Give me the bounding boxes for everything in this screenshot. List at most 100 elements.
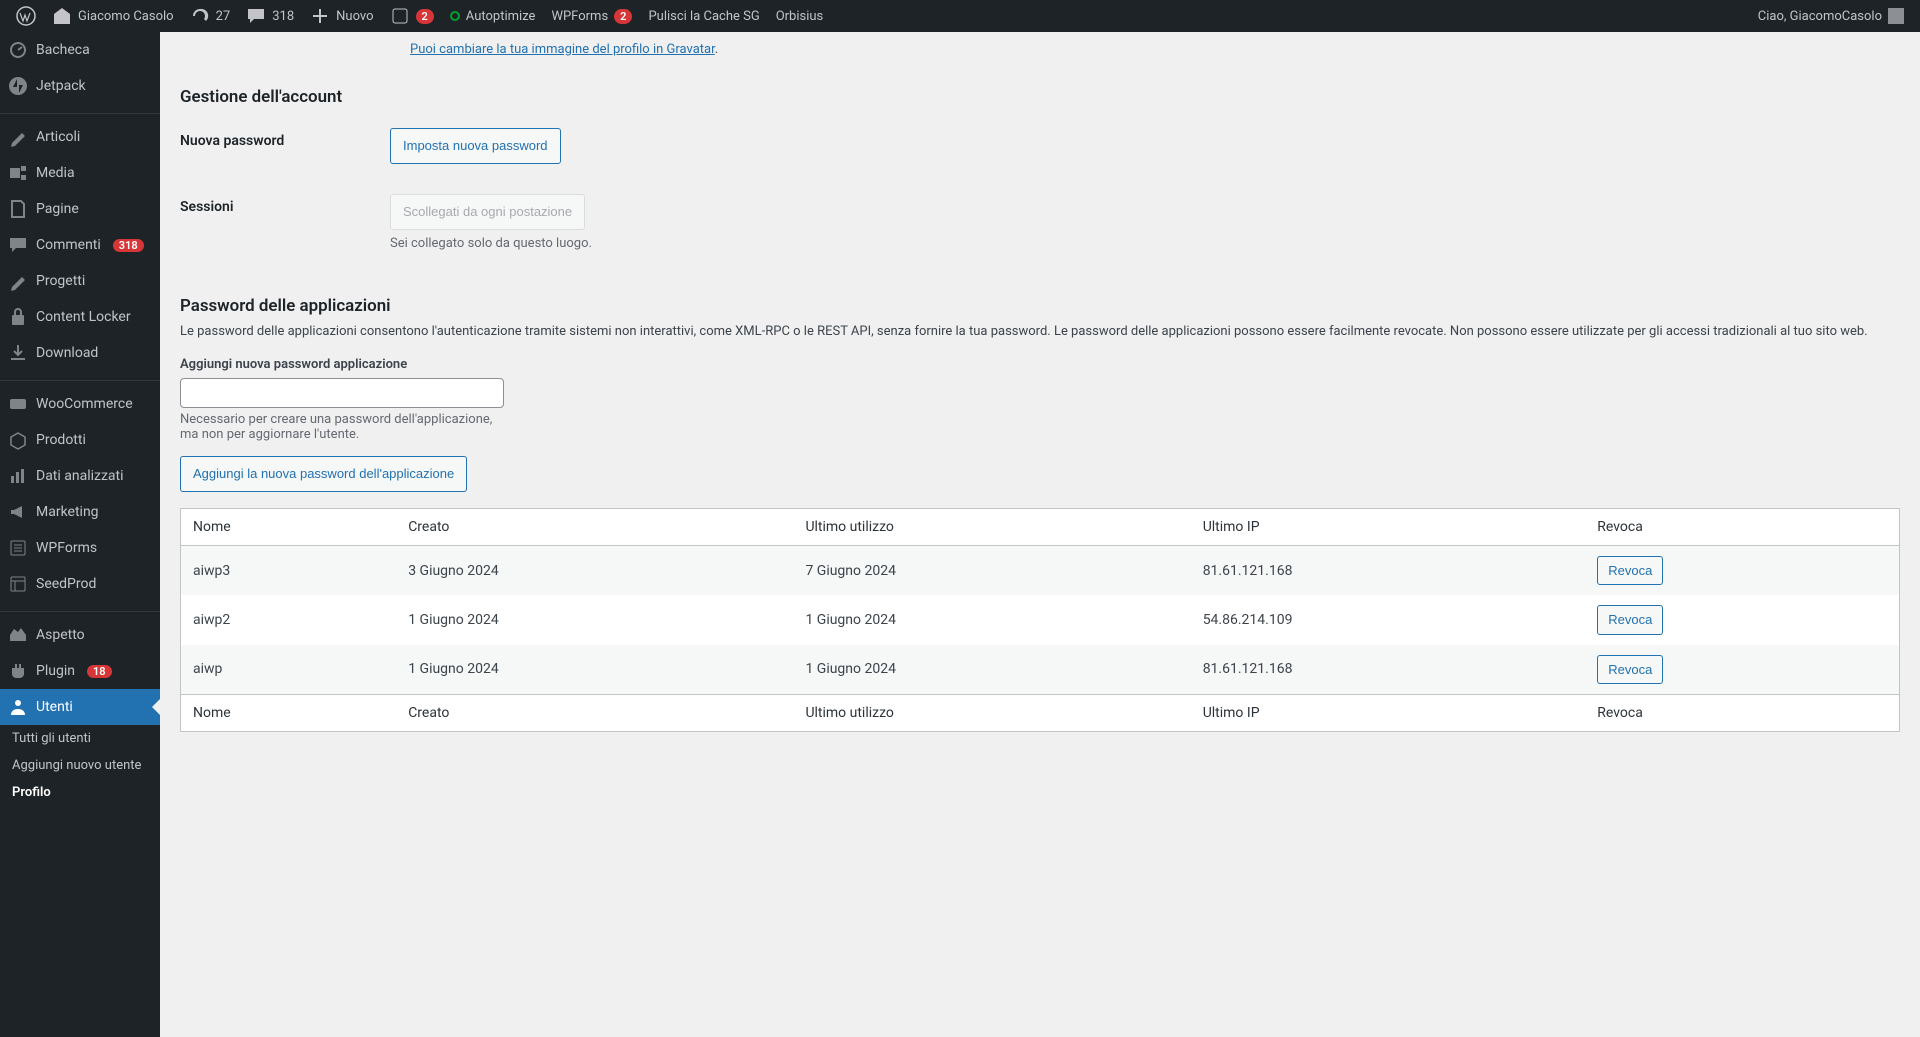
col-last-ip[interactable]: Ultimo IP <box>1191 695 1586 732</box>
sidebar-item-projects[interactable]: Progetti <box>0 263 160 299</box>
sidebar-item-label: WooCommerce <box>36 396 133 412</box>
sidebar-item-label: SeedProd <box>36 576 96 592</box>
sidebar-item-comments[interactable]: Commenti318 <box>0 227 160 263</box>
cell-last-used: 1 Giugno 2024 <box>793 595 1190 644</box>
app-passwords-description: Le password delle applicazioni consenton… <box>180 324 1900 339</box>
new-label: Nuovo <box>336 9 373 24</box>
updates[interactable]: 27 <box>182 0 239 32</box>
cell-name: aiwp3 <box>181 546 397 596</box>
updates-count: 27 <box>216 9 231 24</box>
cell-last-ip: 81.61.121.168 <box>1191 645 1586 695</box>
wpforms-bar[interactable]: WPForms2 <box>543 0 640 32</box>
col-created[interactable]: Creato <box>396 695 793 732</box>
plugin-badge: 18 <box>87 665 112 678</box>
add-app-password-button[interactable]: Aggiungi la nuova password dell'applicaz… <box>180 456 467 492</box>
sidebar-item-analytics[interactable]: Dati analizzati <box>0 458 160 494</box>
sessions-description: Sei collegato solo da questo luogo. <box>390 236 1890 251</box>
sidebar-item-appearance[interactable]: Aspetto <box>0 617 160 653</box>
sidebar-item-label: Dati analizzati <box>36 468 124 484</box>
sidebar-item-contentlocker[interactable]: Content Locker <box>0 299 160 335</box>
table-row: aiwp21 Giugno 20241 Giugno 202454.86.214… <box>181 595 1900 644</box>
table-row: aiwp33 Giugno 20247 Giugno 202481.61.121… <box>181 546 1900 596</box>
forms-badge: 2 <box>416 9 434 24</box>
new-content[interactable]: Nuovo <box>302 0 381 32</box>
gravatar-link[interactable]: Puoi cambiare la tua immagine del profil… <box>410 42 715 57</box>
sidebar-item-label: Progetti <box>36 273 85 289</box>
sessions-label: Sessioni <box>180 179 380 266</box>
avatar-icon <box>1888 8 1904 24</box>
sidebar-item-dashboard[interactable]: Bacheca <box>0 32 160 68</box>
col-name[interactable]: Nome <box>181 509 397 546</box>
sidebar-item-marketing[interactable]: Marketing <box>0 494 160 530</box>
comments-count: 318 <box>272 9 294 24</box>
set-new-password-button[interactable]: Imposta nuova password <box>390 128 561 164</box>
heading-app-passwords: Password delle applicazioni <box>180 296 1900 316</box>
new-app-password-label: Aggiungi nuova password applicazione <box>180 357 1900 372</box>
col-created[interactable]: Creato <box>396 509 793 546</box>
comments[interactable]: 318 <box>238 0 302 32</box>
revoke-button[interactable]: Revoca <box>1597 605 1663 634</box>
col-name[interactable]: Nome <box>181 695 397 732</box>
comments-badge: 318 <box>113 239 144 252</box>
sidebar-item-wpforms[interactable]: WPForms <box>0 530 160 566</box>
submenu-profile[interactable]: Profilo <box>0 779 160 806</box>
revoke-button[interactable]: Revoca <box>1597 655 1663 684</box>
cell-created: 3 Giugno 2024 <box>396 546 793 596</box>
sidebar-item-label: Plugin <box>36 663 75 679</box>
sidebar-item-woocommerce[interactable]: WooCommerce <box>0 386 160 422</box>
submenu-add-user[interactable]: Aggiungi nuovo utente <box>0 752 160 779</box>
sidebar-item-posts[interactable]: Articoli <box>0 119 160 155</box>
col-last-ip[interactable]: Ultimo IP <box>1191 509 1586 546</box>
users-submenu: Tutti gli utenti Aggiungi nuovo utente P… <box>0 725 160 806</box>
autoptimize[interactable]: Autoptimize <box>442 0 544 32</box>
sidebar-item-media[interactable]: Media <box>0 155 160 191</box>
cache-label: Pulisci la Cache SG <box>648 9 759 24</box>
col-last-used[interactable]: Ultimo utilizzo <box>793 695 1190 732</box>
sidebar-item-plugins[interactable]: Plugin 18 <box>0 653 160 689</box>
submenu-all-users[interactable]: Tutti gli utenti <box>0 725 160 752</box>
sidebar-item-download[interactable]: Download <box>0 335 160 371</box>
cell-last-ip: 81.61.121.168 <box>1191 546 1586 596</box>
cell-name: aiwp <box>181 645 397 695</box>
new-app-password-help: Necessario per creare una password dell'… <box>180 412 500 442</box>
sidebar-item-label: Utenti <box>36 699 73 715</box>
sidebar-item-pages[interactable]: Pagine <box>0 191 160 227</box>
sidebar-item-seedprod[interactable]: SeedProd <box>0 566 160 602</box>
cell-last-used: 1 Giugno 2024 <box>793 645 1190 695</box>
sidebar-item-label: Marketing <box>36 504 99 520</box>
sidebar-item-users[interactable]: Utenti <box>0 689 160 725</box>
sidebar-item-label: Content Locker <box>36 309 131 325</box>
gravatar-line: Puoi cambiare la tua immagine del profil… <box>410 42 1900 57</box>
autoptimize-label: Autoptimize <box>466 9 536 24</box>
site-name[interactable]: Giacomo Casolo <box>44 0 182 32</box>
cell-created: 1 Giugno 2024 <box>396 595 793 644</box>
my-account[interactable]: Ciao, GiacomoCasolo <box>1750 0 1912 32</box>
cache-link[interactable]: Pulisci la Cache SG <box>640 0 767 32</box>
cell-last-ip: 54.86.214.109 <box>1191 595 1586 644</box>
forms-notif[interactable]: 2 <box>382 0 442 32</box>
col-revoke[interactable]: Revoca <box>1585 509 1899 546</box>
revoke-button[interactable]: Revoca <box>1597 556 1663 585</box>
sidebar-item-label: Prodotti <box>36 432 86 448</box>
site-name-label: Giacomo Casolo <box>78 9 174 24</box>
new-app-password-input[interactable] <box>180 378 504 408</box>
cell-last-used: 7 Giugno 2024 <box>793 546 1190 596</box>
sidebar-item-label: Download <box>36 345 98 361</box>
col-revoke[interactable]: Revoca <box>1585 695 1899 732</box>
sidebar-item-jetpack[interactable]: Jetpack <box>0 68 160 104</box>
orbisius-link[interactable]: Orbisius <box>768 0 832 32</box>
menu-separator <box>0 376 160 381</box>
sidebar-item-label: Media <box>36 165 75 181</box>
cell-name: aiwp2 <box>181 595 397 644</box>
menu-separator <box>0 109 160 114</box>
col-last-used[interactable]: Ultimo utilizzo <box>793 509 1190 546</box>
sidebar-item-label: Bacheca <box>36 42 90 58</box>
sidebar-item-label: Articoli <box>36 129 80 145</box>
sidebar-item-label: WPForms <box>36 540 97 556</box>
orbisius-label: Orbisius <box>776 9 824 24</box>
sidebar-item-products[interactable]: Prodotti <box>0 422 160 458</box>
wp-logo[interactable] <box>8 0 44 32</box>
status-dot-icon <box>450 11 460 21</box>
new-password-label: Nuova password <box>180 113 380 179</box>
app-passwords-table: Nome Creato Ultimo utilizzo Ultimo IP Re… <box>180 508 1900 732</box>
